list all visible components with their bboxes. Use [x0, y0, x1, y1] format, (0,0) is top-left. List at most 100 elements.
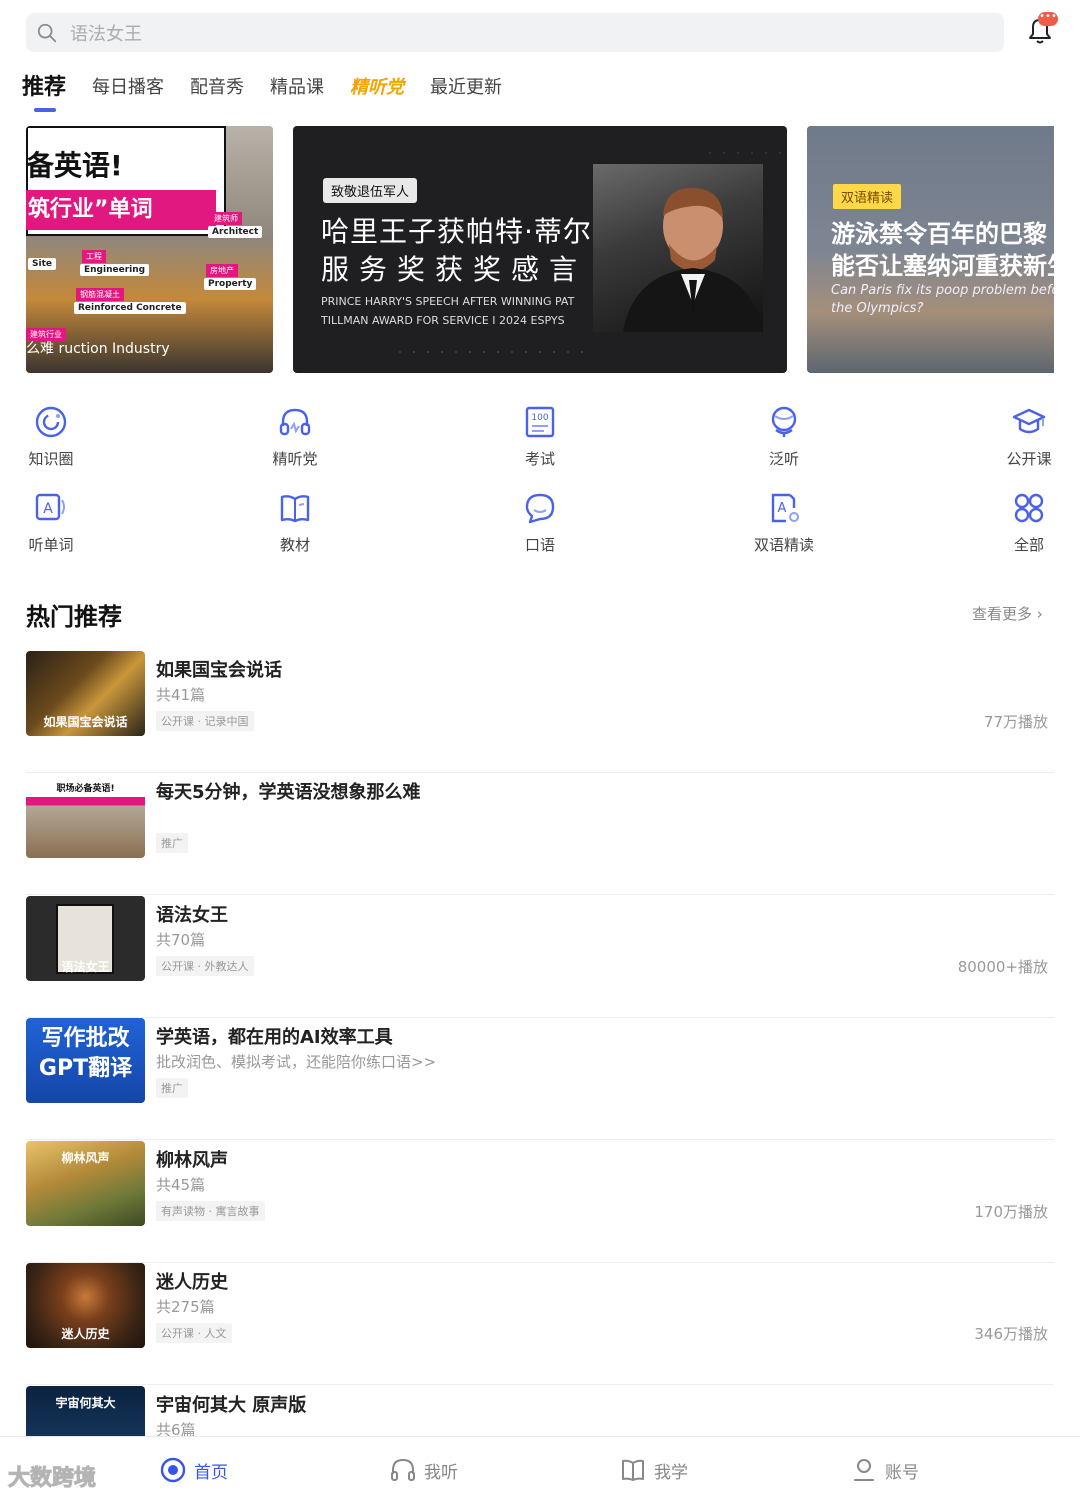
svg-text:A: A [778, 501, 787, 516]
category-tabs: 推荐 每日播客 配音秀 精品课 精听党 最近更新 [22, 70, 528, 112]
nav-label: 首页 [194, 1462, 228, 1483]
grid-label: 教材 [279, 536, 310, 554]
tab-recommend[interactable]: 推荐 [22, 70, 66, 112]
item-title: 语法女王 [156, 905, 228, 926]
list-thumbnail: 柳林风声 [26, 1141, 145, 1226]
bottom-nav: 首页 我听 我学 账号 [0, 1436, 1080, 1499]
search-bar[interactable]: 语法女王 [26, 13, 1004, 52]
decor-dots [703, 148, 783, 158]
thumbnail-text: 如果国宝会说话 [43, 715, 128, 729]
grid-knowledge-circle[interactable]: 知识圈 [0, 404, 111, 469]
banner-label: Reinforced Concrete [74, 302, 186, 314]
grid-label: 泛听 [768, 450, 799, 468]
grid-exam[interactable]: 100 考试 [480, 404, 600, 469]
grid-label: 精听党 [272, 450, 318, 468]
banner-title-1: 游泳禁令百年的巴黎 [831, 220, 1047, 248]
item-count: 共41篇 [156, 686, 206, 704]
banner-line2: 筑行业”单词 [26, 190, 216, 230]
item-title: 柳林风声 [156, 1150, 228, 1171]
item-plays: 77万播放 [983, 713, 1048, 731]
list-item[interactable]: 如果国宝会说话 如果国宝会说话 共41篇 公开课 · 记录中国 77万播放 [26, 651, 1054, 773]
thumbnail-text: 迷人历史 [61, 1327, 110, 1341]
list-thumbnail: 职场必备英语! [26, 773, 145, 858]
banner-label: Site [28, 258, 56, 270]
grid-all[interactable]: 全部 [969, 490, 1080, 555]
nav-home[interactable]: 首页 [160, 1457, 228, 1483]
tab-daily-podcast[interactable]: 每日播客 [92, 70, 164, 106]
grid-listen-words[interactable]: A 听单词 [0, 490, 111, 555]
grid-open-course[interactable]: 公开课 [969, 404, 1080, 469]
list-item[interactable]: 宇宙何其大 宇宙何其大 原声版 共6篇 [26, 1386, 1054, 1436]
item-title: 学英语，都在用的AI效率工具 [156, 1027, 393, 1048]
banner-label: 钢筋混凝土 [76, 288, 124, 301]
tab-recent-updates[interactable]: 最近更新 [430, 70, 502, 106]
banner-bottom-text: 么难 ruction Industry [26, 341, 170, 357]
view-more-link[interactable]: 查看更多 › [972, 603, 1043, 624]
svg-text:100: 100 [531, 413, 548, 423]
nav-learn[interactable]: 我学 [620, 1457, 688, 1483]
grid-intensive-listening[interactable]: 精听党 [235, 404, 355, 469]
banner-tag: 致敬退伍军人 [323, 178, 418, 203]
item-count: 共45篇 [156, 1176, 206, 1194]
thumbnail-text: 写作批改 GPT翻译 [38, 1026, 133, 1081]
list-item[interactable]: 语法女王 语法女王 共70篇 公开课 · 外教达人 80000+播放 [26, 896, 1054, 1018]
banner-prince-harry[interactable]: 致敬退伍军人 哈里王子获帕特·蒂尔曼 服务奖获奖感言 PRINCE HARRY'… [293, 126, 787, 373]
item-plays: 170万播放 [974, 1203, 1048, 1221]
grid-bilingual-reading[interactable]: A 双语精读 [724, 490, 844, 555]
grid-textbook[interactable]: 教材 [235, 490, 355, 555]
watermark: 大数跨境 [7, 1466, 97, 1492]
speech-bubble-icon [525, 493, 555, 524]
list-thumbnail: 写作批改 GPT翻译 [26, 1018, 145, 1103]
banner-label: Engineering [80, 264, 150, 276]
home-icon [160, 1457, 186, 1483]
thumbnail-text: 职场必备英语! [56, 784, 115, 794]
chevron-right-icon: › [1036, 605, 1043, 623]
list-item[interactable]: 职场必备英语! 每天5分钟，学英语没想象那么难 推广 [26, 773, 1054, 895]
globe-icon [771, 406, 797, 437]
banner-photo [593, 164, 763, 332]
item-tag: 推广 [156, 1078, 188, 1098]
grid-label: 口语 [524, 536, 555, 554]
view-more-label: 查看更多 [972, 605, 1033, 623]
banner-title-2: 能否让塞纳河重获新生 [831, 252, 1054, 280]
book-icon [622, 1459, 644, 1481]
item-title: 迷人历史 [156, 1272, 228, 1293]
tab-dubbing[interactable]: 配音秀 [190, 70, 244, 106]
grid-extensive-listening[interactable]: 泛听 [724, 404, 844, 469]
tab-intensive-listening[interactable]: 精听党 [350, 70, 404, 106]
search-placeholder: 语法女王 [70, 23, 142, 45]
thumbnail-text: 语法女王 [61, 960, 110, 974]
item-plays: 80000+播放 [957, 958, 1048, 976]
banner-label: 建筑师 [210, 212, 242, 225]
item-tag: 公开课 · 记录中国 [156, 711, 254, 731]
list-thumbnail: 语法女王 [26, 896, 145, 981]
banner-label: 工程 [82, 250, 106, 263]
list-item[interactable]: 柳林风声 柳林风声 共45篇 有声读物 · 寓言故事 170万播放 [26, 1141, 1054, 1263]
list-thumbnail: 如果国宝会说话 [26, 651, 145, 736]
headphones-icon [391, 1458, 415, 1481]
nav-listen[interactable]: 我听 [390, 1457, 458, 1483]
banner-paris-seine[interactable]: 双语精读 游泳禁令百年的巴黎 能否让塞纳河重获新生 Can Paris fix … [807, 126, 1054, 373]
grid-label: 全部 [1013, 536, 1044, 554]
item-count: 共6篇 [156, 1421, 196, 1436]
bilingual-reading-icon: A [771, 493, 799, 523]
nav-account[interactable]: 账号 [851, 1457, 919, 1483]
banner-label: Architect [208, 226, 263, 238]
banner-title-1: 哈里王子获帕特·蒂尔曼 [321, 215, 621, 248]
graduation-cap-icon [1012, 408, 1046, 434]
item-title: 如果国宝会说话 [156, 660, 282, 681]
banner-line1: 备英语! [26, 149, 123, 182]
list-item[interactable]: 写作批改 GPT翻译 学英语，都在用的AI效率工具 批改润色、模拟考试，还能陪你… [26, 1018, 1054, 1140]
thumbnail-text: 柳林风声 [61, 1151, 110, 1165]
grid-speaking[interactable]: 口语 [480, 490, 600, 555]
notification-button[interactable]: ••• [1022, 12, 1058, 48]
item-count: 共275篇 [156, 1298, 215, 1316]
banner-subtitle: PRINCE HARRY'S SPEECH AFTER WINNING PAT … [321, 295, 575, 327]
banner-label: Property [204, 278, 257, 290]
notification-badge: ••• [1038, 12, 1058, 26]
list-item[interactable]: 迷人历史 迷人历史 共275篇 公开课 · 人文 346万播放 [26, 1263, 1054, 1385]
portrait-image [623, 187, 763, 332]
banner-construction-vocab[interactable]: 备英语! 筑行业”单词 建筑师 Architect Site 工程 Engine… [26, 126, 273, 373]
tab-premium-course[interactable]: 精品课 [270, 70, 324, 106]
grid-label: 考试 [524, 450, 555, 468]
